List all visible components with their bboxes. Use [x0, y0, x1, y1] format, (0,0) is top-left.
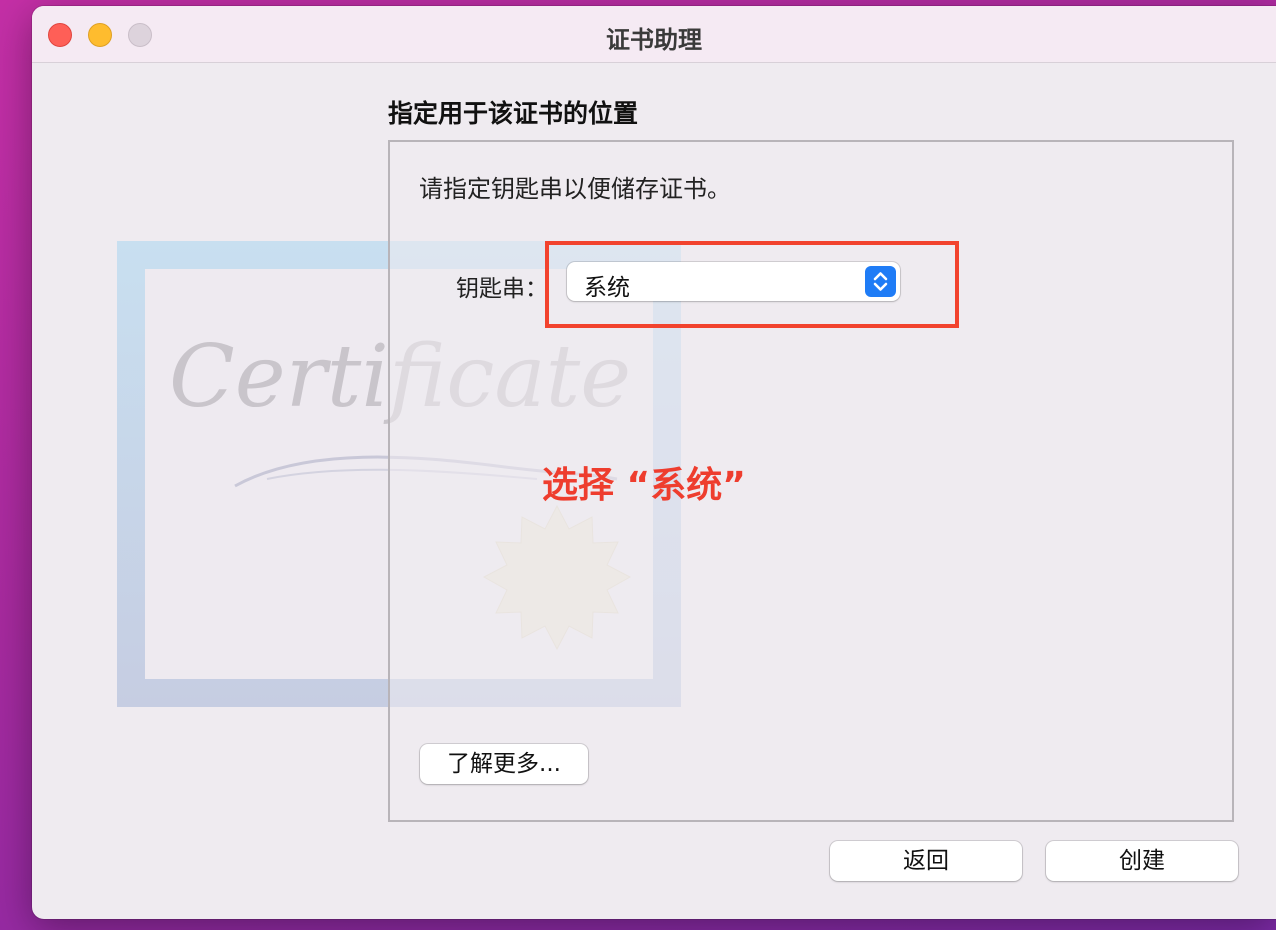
window-title: 证书助理 [606, 26, 702, 54]
annotation-text: 选择 “系统” [542, 465, 746, 506]
title-bar[interactable]: 证书助理 [32, 6, 1276, 63]
instruction-text: 请指定钥匙串以便储存证书。 [419, 175, 731, 203]
learn-more-button[interactable]: 了解更多... [420, 744, 588, 784]
annotation-highlight-box [545, 241, 959, 328]
create-button[interactable]: 创建 [1046, 841, 1238, 881]
keychain-label: 钥匙串： [456, 276, 548, 302]
certificate-assistant-window: 证书助理 Certificate 指定用于该证书的位置 请指定钥匙串以便储存证书… [32, 6, 1276, 919]
back-button[interactable]: 返回 [830, 841, 1022, 881]
section-heading: 指定用于该证书的位置 [388, 99, 639, 128]
